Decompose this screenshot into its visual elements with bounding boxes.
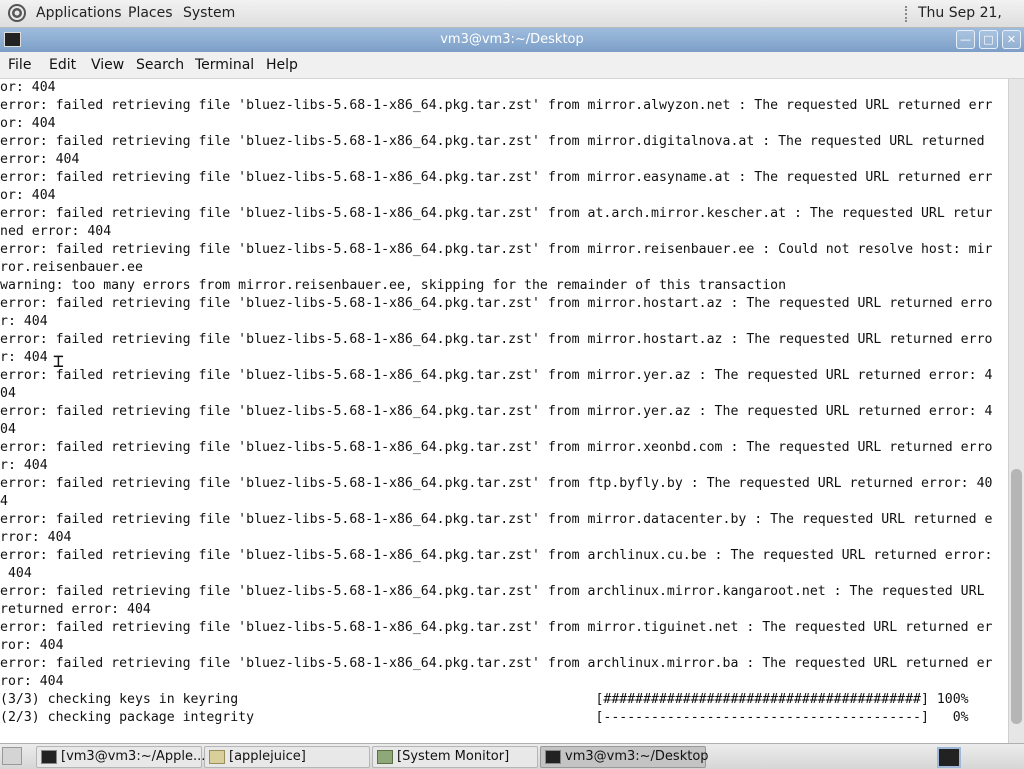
scrollbar-thumb[interactable]	[1011, 469, 1022, 724]
places-menu[interactable]: Places	[128, 0, 173, 27]
close-button[interactable]: ✕	[1002, 30, 1021, 49]
terminal-line: (3/3) checking keys in keyring [########…	[0, 692, 969, 707]
window-title: vm3@vm3:~/Desktop	[440, 32, 584, 47]
terminal-line: error: failed retrieving file 'bluez-lib…	[0, 242, 993, 257]
task-label: [System Monitor]	[397, 749, 510, 764]
terminal-line: ror.reisenbauer.ee	[0, 260, 143, 275]
menu-bar: File Edit View Search Terminal Help	[0, 52, 1024, 79]
task-system-monitor[interactable]: [System Monitor]	[372, 746, 538, 768]
terminal-line: error: failed retrieving file 'bluez-lib…	[0, 368, 993, 383]
top-panel: Applications Places System Thu Sep 21, 1…	[0, 0, 1024, 48]
menu-view[interactable]: View	[91, 52, 124, 78]
terminal-line: 04	[0, 386, 16, 401]
terminal-lines: or: 404 error: failed retrieving file 'bl…	[0, 79, 1008, 727]
applications-menu[interactable]: Applications	[36, 0, 122, 27]
terminal-line: error: failed retrieving file 'bluez-lib…	[0, 332, 993, 347]
minimize-button[interactable]: —	[956, 30, 975, 49]
terminal-line: error: failed retrieving file 'bluez-lib…	[0, 134, 985, 149]
terminal-line: ned error: 404	[0, 224, 112, 239]
terminal-icon	[545, 750, 561, 764]
panel-handle-icon	[905, 6, 912, 22]
distro-logo-icon[interactable]	[7, 3, 27, 23]
terminal-line: error: failed retrieving file 'bluez-lib…	[0, 584, 985, 599]
menu-edit[interactable]: Edit	[49, 52, 76, 78]
terminal-line: 404	[0, 566, 32, 581]
show-desktop-button[interactable]	[2, 747, 22, 765]
task-label: vm3@vm3:~/Desktop	[565, 749, 709, 764]
menu-file[interactable]: File	[8, 52, 31, 78]
terminal-line: 4	[0, 494, 8, 509]
system-menu[interactable]: System	[183, 0, 235, 27]
terminal-line: or: 404	[0, 80, 56, 95]
terminal-line: error: failed retrieving file 'bluez-lib…	[0, 476, 993, 491]
terminal-line: warning: too many errors from mirror.rei…	[0, 278, 787, 293]
terminal-line: error: failed retrieving file 'bluez-lib…	[0, 440, 993, 455]
folder-icon	[209, 750, 225, 764]
bottom-panel: [vm3@vm3:~/Apple... [applejuice] [System…	[0, 743, 1024, 769]
task-terminal-apple[interactable]: [vm3@vm3:~/Apple...	[36, 746, 206, 768]
terminal-line: 04	[0, 422, 16, 437]
terminal-line: error: failed retrieving file 'bluez-lib…	[0, 620, 993, 635]
terminal-line: rror: 404	[0, 530, 72, 545]
terminal-line: r: 404	[0, 314, 48, 329]
terminal-line: or: 404	[0, 188, 56, 203]
terminal-line: (2/3) checking package integrity [------…	[0, 710, 969, 725]
terminal-line: error: failed retrieving file 'bluez-lib…	[0, 548, 993, 563]
clock[interactable]: Thu Sep 21, 16:52	[918, 0, 1024, 48]
terminal-line: error: failed retrieving file 'bluez-lib…	[0, 206, 993, 221]
terminal-line: error: failed retrieving file 'bluez-lib…	[0, 512, 993, 527]
system-monitor-icon	[377, 750, 393, 764]
terminal-output[interactable]: or: 404 error: failed retrieving file 'bl…	[0, 79, 1008, 743]
terminal-line: ror: 404	[0, 638, 64, 653]
terminal-scrollbar[interactable]	[1008, 79, 1024, 743]
maximize-button[interactable]: □	[979, 30, 998, 49]
task-label: [applejuice]	[229, 749, 306, 764]
workspace-switcher-icon[interactable]	[937, 747, 961, 768]
terminal-line: r: 404	[0, 458, 48, 473]
terminal-line: error: failed retrieving file 'bluez-lib…	[0, 296, 993, 311]
terminal-line: error: failed retrieving file 'bluez-lib…	[0, 656, 993, 671]
terminal-line: or: 404	[0, 116, 56, 131]
terminal-line: error: failed retrieving file 'bluez-lib…	[0, 404, 993, 419]
menu-help[interactable]: Help	[266, 52, 298, 78]
terminal-line: error: failed retrieving file 'bluez-lib…	[0, 170, 993, 185]
task-terminal-desktop[interactable]: vm3@vm3:~/Desktop	[540, 746, 709, 768]
terminal-line: returned error: 404	[0, 602, 151, 617]
text-cursor-icon: ⌶	[53, 351, 64, 372]
terminal-icon	[41, 750, 57, 764]
menu-search[interactable]: Search	[136, 52, 184, 78]
terminal-line: r: 404	[0, 350, 48, 365]
menu-terminal[interactable]: Terminal	[195, 52, 254, 78]
task-label: [vm3@vm3:~/Apple...	[61, 749, 206, 764]
window-titlebar[interactable]: vm3@vm3:~/Desktop — □ ✕	[0, 28, 1024, 52]
terminal-line: error: 404	[0, 152, 80, 167]
terminal-line: ror: 404	[0, 674, 64, 689]
task-applejuice[interactable]: [applejuice]	[204, 746, 370, 768]
terminal-line: error: failed retrieving file 'bluez-lib…	[0, 98, 993, 113]
